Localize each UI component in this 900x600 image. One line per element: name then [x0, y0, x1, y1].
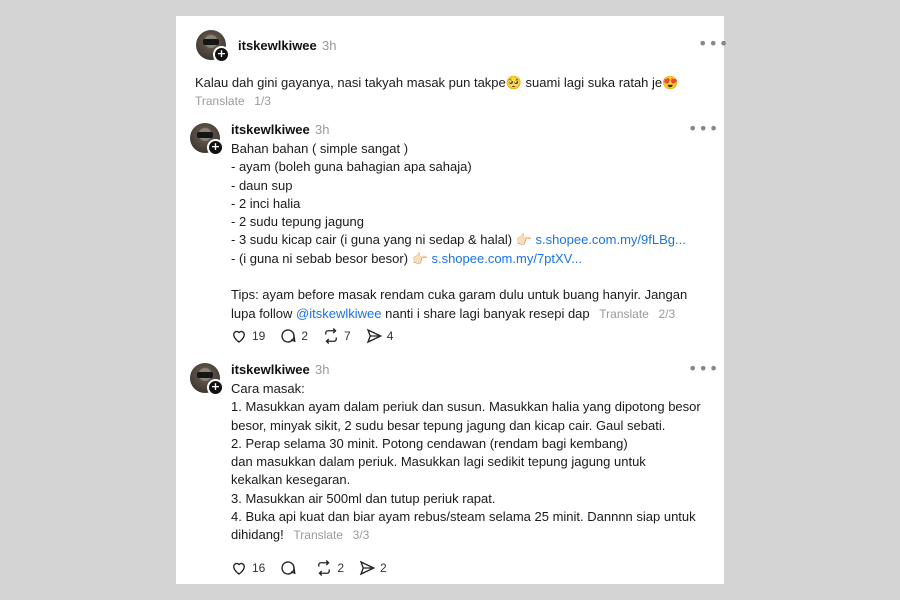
- tips-text: nanti i share lagi banyak resepi dap: [381, 305, 590, 321]
- page-indicator: 3/3: [352, 528, 370, 543]
- follow-plus-icon[interactable]: +: [207, 379, 224, 396]
- like-button[interactable]: 19: [230, 327, 265, 345]
- repost-button[interactable]: 2: [315, 559, 344, 577]
- avatar[interactable]: +: [190, 123, 224, 156]
- action-bar: 19 2 7 4: [230, 327, 407, 345]
- heart-icon: [233, 562, 245, 575]
- like-count: 16: [252, 561, 266, 575]
- text-line: - (i guna ni sebab besor besor) 👉🏻 s.sho…: [231, 250, 687, 268]
- username[interactable]: itskewlkiwee: [231, 362, 310, 377]
- share-button[interactable]: 2: [358, 559, 387, 577]
- text-line: dihidang! Translate 3/3: [231, 526, 701, 544]
- action-bar: 16 2 2: [230, 559, 401, 577]
- share-count: 2: [380, 561, 387, 575]
- share-count: 4: [386, 329, 394, 343]
- ingredient-text: - (i guna ni sebab besor besor) 👉🏻: [231, 250, 432, 266]
- post-text: Kalau dah gini gayanya, nasi takyah masa…: [195, 74, 678, 111]
- last-line: dihidang!: [231, 527, 284, 543]
- text-line: 1. Masukkan ayam dalam periuk dan susun.…: [231, 399, 701, 415]
- text-line: - daun sup: [231, 177, 293, 193]
- comment-icon: [281, 329, 296, 343]
- follow-plus-icon[interactable]: +: [207, 139, 224, 156]
- repost-count: 2: [337, 561, 345, 575]
- ingredient-text: - 3 sudu kicap cair (i guna yang ni seda…: [231, 232, 536, 248]
- reply-count: 2: [301, 329, 309, 343]
- translate-link[interactable]: Translate: [293, 528, 343, 542]
- page-indicator: 2/3: [658, 306, 676, 321]
- post-text: Cara masak: 1. Masukkan ayam dalam periu…: [231, 380, 701, 545]
- share-button[interactable]: 4: [365, 327, 394, 345]
- text-line: 4. Buka api kuat dan biar ayam rebus/ste…: [231, 509, 696, 525]
- avatar[interactable]: +: [190, 363, 224, 396]
- text-line: - 3 sudu kicap cair (i guna yang ni seda…: [231, 231, 687, 249]
- sunglasses-icon: [197, 132, 213, 138]
- tips-line: lupa follow @itskewlkiwee nanti i share …: [231, 305, 687, 323]
- shopee-link[interactable]: s.shopee.com.my/7ptXV...: [431, 251, 582, 266]
- text-line: - ayam (boleh guna bahagian apa sahaja): [231, 159, 472, 175]
- translate-link[interactable]: Translate: [195, 94, 245, 108]
- like-button[interactable]: 16: [230, 559, 265, 577]
- more-icon[interactable]: •••: [688, 359, 719, 378]
- text-line: - 2 sudu tepung jagung: [231, 214, 364, 230]
- text-line: Cara masak:: [231, 381, 305, 396]
- text-line: dan masukkan dalam periuk. Masukkan lagi…: [231, 454, 646, 470]
- tips-text: lupa follow: [231, 305, 297, 321]
- avatar[interactable]: +: [196, 30, 230, 63]
- more-icon[interactable]: •••: [698, 34, 729, 53]
- post-text: Bahan bahan ( simple sangat ) - ayam (bo…: [231, 140, 687, 323]
- post-time: 3h: [322, 38, 337, 53]
- page-indicator: 1/3: [254, 94, 271, 109]
- comment-icon: [281, 561, 296, 575]
- text-line: Bahan bahan ( simple sangat ): [231, 141, 409, 156]
- send-icon: [366, 328, 383, 344]
- repost-count: 7: [344, 329, 351, 343]
- sunglasses-icon: [197, 372, 213, 378]
- heart-icon: [233, 330, 245, 343]
- text-line: - 2 inci halia: [231, 195, 301, 211]
- text-line: 3. Masukkan air 500ml dan tutup periuk r…: [231, 490, 496, 506]
- more-icon[interactable]: •••: [688, 119, 719, 138]
- post-time: 3h: [315, 122, 330, 137]
- repost-icon: [318, 560, 331, 576]
- mention-link[interactable]: @itskewlkiwee: [296, 306, 381, 321]
- repost-button[interactable]: 7: [322, 327, 351, 345]
- text-line: kekalkan kesegaran.: [231, 472, 351, 488]
- follow-plus-icon[interactable]: +: [213, 46, 230, 63]
- sunglasses-icon: [203, 39, 219, 45]
- send-icon: [359, 560, 376, 576]
- reply-button[interactable]: [279, 559, 301, 577]
- translate-link[interactable]: Translate: [599, 307, 649, 321]
- reply-button[interactable]: 2: [279, 327, 308, 345]
- like-count: 19: [252, 329, 266, 343]
- username[interactable]: itskewlkiwee: [238, 38, 317, 53]
- username[interactable]: itskewlkiwee: [231, 122, 310, 137]
- tips-line: Tips: ayam before masak rendam cuka gara…: [231, 287, 688, 303]
- thread-card: + itskewlkiwee 3h ••• Kalau dah gini gay…: [176, 16, 728, 584]
- post-time: 3h: [315, 362, 330, 377]
- text-line: besor, minyak sikit, 2 sudu besar tepung…: [231, 417, 666, 433]
- post-body: Kalau dah gini gayanya, nasi takyah masa…: [195, 75, 679, 90]
- text-line: 2. Perap selama 30 minit. Potong cendawa…: [231, 435, 628, 451]
- shopee-link[interactable]: s.shopee.com.my/9fLBg...: [536, 232, 686, 247]
- repost-icon: [325, 328, 337, 344]
